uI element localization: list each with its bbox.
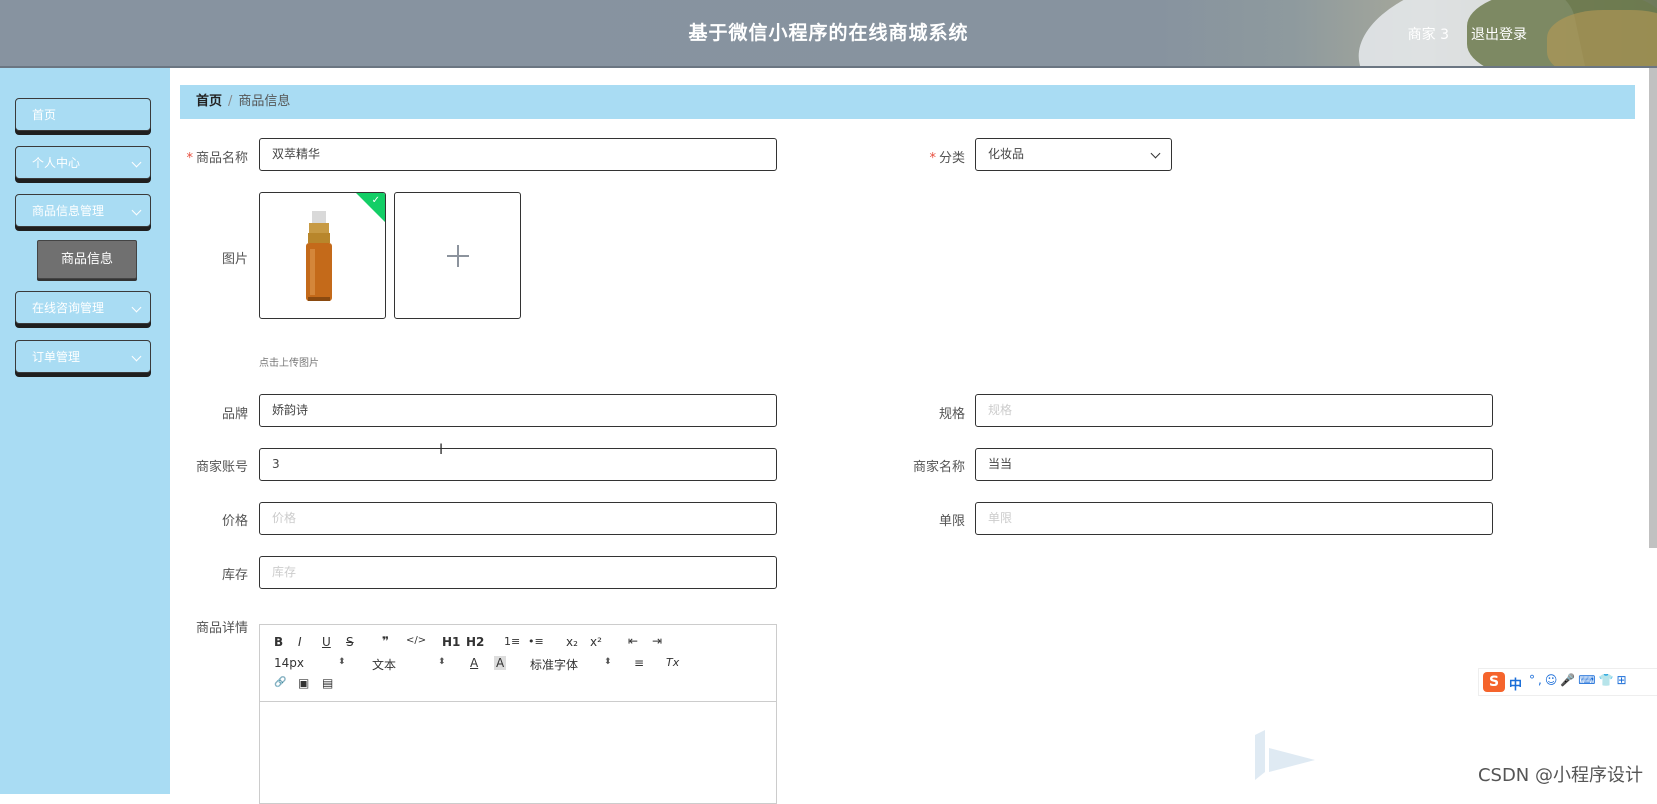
csdn-watermark: CSDN @小程序设计 (1477, 765, 1643, 786)
stock-input[interactable]: 库存 (259, 556, 777, 589)
video-button[interactable]: ▤ (322, 676, 333, 690)
plus-icon (446, 244, 469, 267)
align-button[interactable]: ≡ (634, 656, 644, 670)
breadcrumb: 首页 / 商品信息 (180, 85, 1635, 119)
breadcrumb-home[interactable]: 首页 (196, 94, 222, 109)
chevron-down-icon (131, 157, 142, 168)
limit-label: 单限 (938, 514, 965, 529)
rich-text-editor: B I U S ❞ </> H1 H2 1≡ •≡ x₂ x² ⇤ ⇥ 14px… (259, 624, 777, 804)
bold-button[interactable]: B (274, 635, 283, 649)
format-select[interactable]: 文本 (372, 656, 396, 673)
select-arrows-icon: ⬍ (438, 657, 446, 667)
category-label: * 分类 (929, 151, 965, 166)
upload-add-button[interactable] (394, 192, 521, 319)
spec-label: 规格 (938, 407, 965, 422)
top-header: 基于微信小程序的在线商城系统 商家 3 退出登录 (0, 0, 1657, 68)
image-label: 图片 (221, 252, 248, 267)
sidebar-item-order-management[interactable]: 订单管理 (15, 340, 151, 373)
text-cursor-icon: I (439, 442, 444, 458)
ime-tool-icons: °,☺🎤⌨👕⊞ (1529, 673, 1630, 687)
merchant-account-input[interactable]: 3 (259, 448, 777, 481)
merchant-name-input[interactable]: 当当 (975, 448, 1493, 481)
outdent-button[interactable]: ⇤ (628, 634, 638, 648)
sidebar-item-label: 订单管理 (32, 350, 81, 364)
header1-button[interactable]: H1 (442, 635, 460, 649)
brand-input[interactable]: 娇韵诗 (259, 394, 777, 427)
sidebar-item-product-management[interactable]: 商品信息管理 (15, 194, 151, 227)
code-block-button[interactable]: </> (406, 635, 426, 646)
sidebar-item-consultation-management[interactable]: 在线咨询管理 (15, 291, 151, 324)
limit-input[interactable]: 单限 (975, 502, 1493, 535)
sidebar-item-personal-center[interactable]: 个人中心 (15, 146, 151, 179)
sidebar-item-label: 商品信息管理 (32, 204, 105, 218)
stock-label: 库存 (221, 568, 248, 583)
uploaded-image-thumbnail[interactable]: ✓ (259, 192, 386, 319)
merchant-name-label: 商家名称 (912, 460, 965, 475)
price-label: 价格 (221, 514, 248, 529)
chevron-down-icon (131, 205, 142, 216)
sidebar-item-label: 首页 (32, 108, 57, 122)
category-select[interactable]: 化妆品 (975, 138, 1172, 171)
sidebar-item-home[interactable]: 首页 (15, 98, 151, 131)
link-button[interactable]: 🔗 (274, 677, 286, 688)
italic-button[interactable]: I (298, 635, 302, 649)
sogou-logo-icon: S (1483, 672, 1505, 692)
image-button[interactable]: ▣ (298, 676, 309, 690)
ime-toolbar: S 中 °,☺🎤⌨👕⊞ (1478, 668, 1657, 696)
product-name-input[interactable]: 双萃精华 (259, 138, 777, 171)
sidebar-item-label: 在线咨询管理 (32, 301, 105, 315)
detail-label: 商品详情 (195, 621, 248, 636)
bullet-list-button[interactable]: •≡ (528, 635, 544, 648)
ime-language-toggle[interactable]: 中 (1509, 674, 1522, 693)
product-bottle-image (306, 211, 332, 301)
upload-hint: 点击上传图片 (259, 358, 319, 369)
logout-link[interactable]: 退出登录 (1471, 24, 1527, 44)
indent-button[interactable]: ⇥ (652, 634, 662, 648)
sidebar-item-label: 个人中心 (32, 156, 81, 170)
breadcrumb-current: 商品信息 (238, 94, 291, 109)
merchant-account-label: 商家账号 (195, 460, 248, 475)
sidebar-subitem-product-info[interactable]: 商品信息 (37, 240, 137, 279)
name-label: * 商品名称 (186, 151, 248, 166)
editor-content-area[interactable] (260, 702, 776, 802)
ordered-list-button[interactable]: 1≡ (504, 635, 520, 648)
clear-format-button[interactable]: Tx (666, 656, 679, 669)
strike-button[interactable]: S (346, 635, 354, 649)
category-selected-value: 化妆品 (988, 147, 1025, 161)
chevron-down-icon (131, 351, 142, 362)
subscript-button[interactable]: x₂ (566, 635, 578, 649)
price-input[interactable]: 价格 (259, 502, 777, 535)
chevron-down-icon (131, 302, 142, 313)
select-arrows-icon: ⬍ (338, 657, 346, 667)
watermark-logo-icon (1255, 730, 1315, 780)
header2-button[interactable]: H2 (466, 635, 484, 649)
select-arrows-icon: ⬍ (604, 657, 612, 667)
brand-label: 品牌 (221, 407, 248, 422)
font-family-select[interactable]: 标准字体 (530, 656, 578, 673)
page-scrollbar[interactable] (1649, 68, 1657, 548)
font-color-button[interactable]: A (470, 656, 478, 670)
underline-button[interactable]: U (322, 635, 331, 649)
spec-input[interactable]: 规格 (975, 394, 1493, 427)
check-icon: ✓ (371, 195, 380, 206)
sidebar: 首页 个人中心 商品信息管理 商品信息 在线咨询管理 订单管理 (0, 68, 170, 794)
background-color-button[interactable]: A (494, 656, 507, 670)
chevron-down-icon (1150, 148, 1161, 159)
current-user: 商家 3 (1407, 27, 1449, 43)
font-size-select[interactable]: 14px (274, 656, 304, 670)
editor-toolbar: B I U S ❞ </> H1 H2 1≡ •≡ x₂ x² ⇤ ⇥ 14px… (260, 625, 776, 702)
superscript-button[interactable]: x² (590, 635, 602, 649)
blockquote-button[interactable]: ❞ (382, 634, 389, 648)
